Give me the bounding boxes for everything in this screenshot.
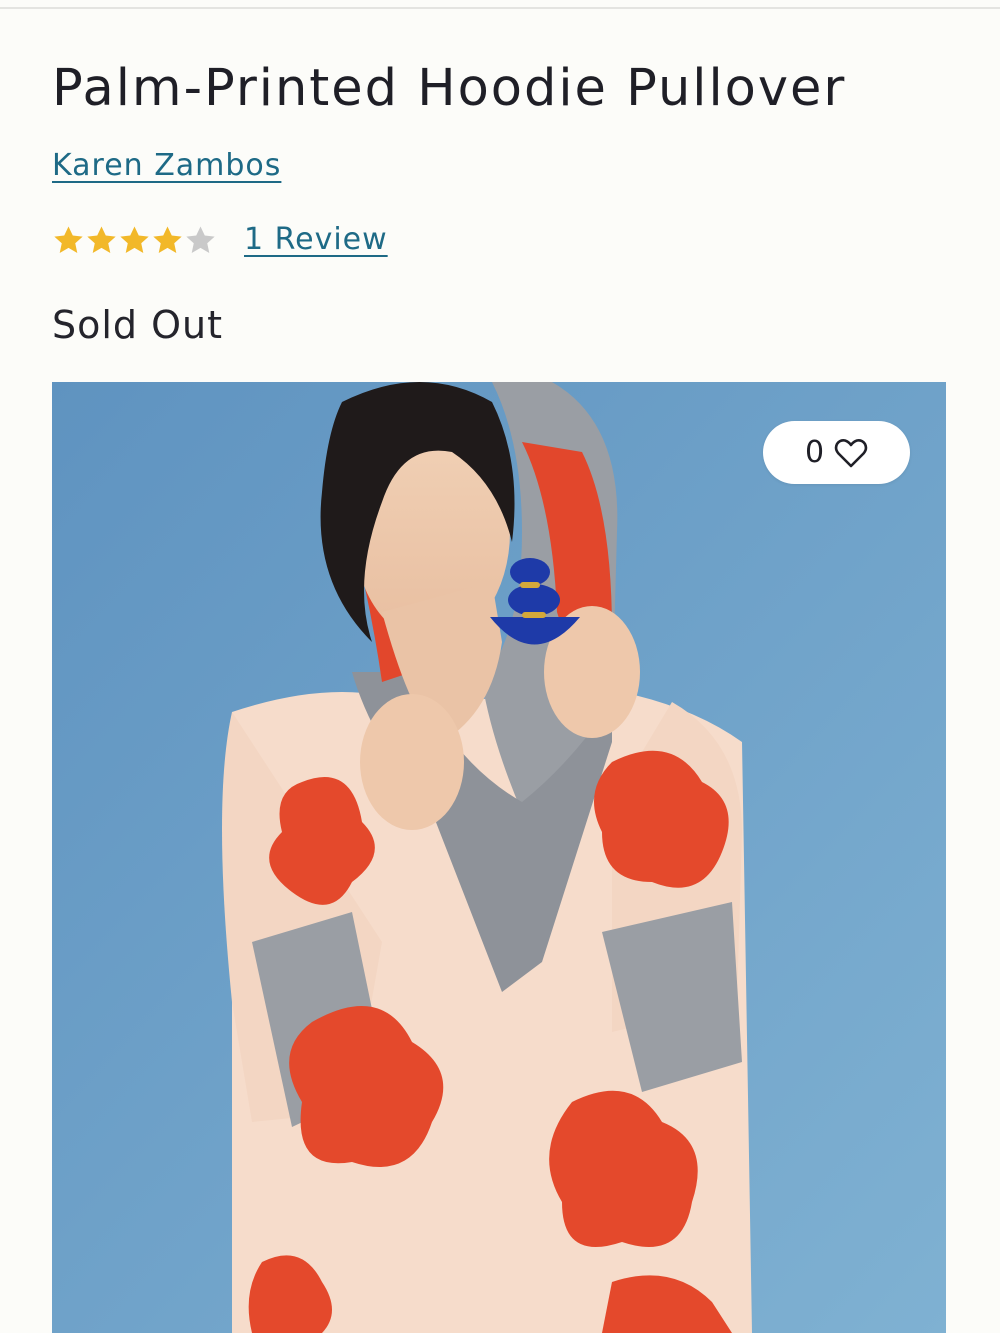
product-image[interactable]	[52, 382, 946, 1333]
reviews-link[interactable]: 1 Review	[244, 220, 388, 260]
rating-row: 1 Review	[52, 220, 388, 260]
star-filled-icon	[54, 225, 83, 253]
star-empty-icon	[186, 225, 215, 253]
star-filled-icon	[153, 225, 182, 253]
top-divider	[0, 7, 1000, 9]
star-filled-icon	[120, 225, 149, 253]
stock-status: Sold Out	[52, 303, 224, 347]
product-title: Palm-Printed Hoodie Pullover	[52, 59, 847, 118]
favorite-button[interactable]: 0	[763, 421, 910, 484]
star-rating	[52, 224, 217, 257]
brand-link[interactable]: Karen Zambos	[52, 146, 281, 186]
favorite-count: 0	[804, 434, 825, 470]
heart-icon	[834, 438, 868, 467]
product-photo	[52, 382, 946, 1333]
star-filled-icon	[87, 225, 116, 253]
